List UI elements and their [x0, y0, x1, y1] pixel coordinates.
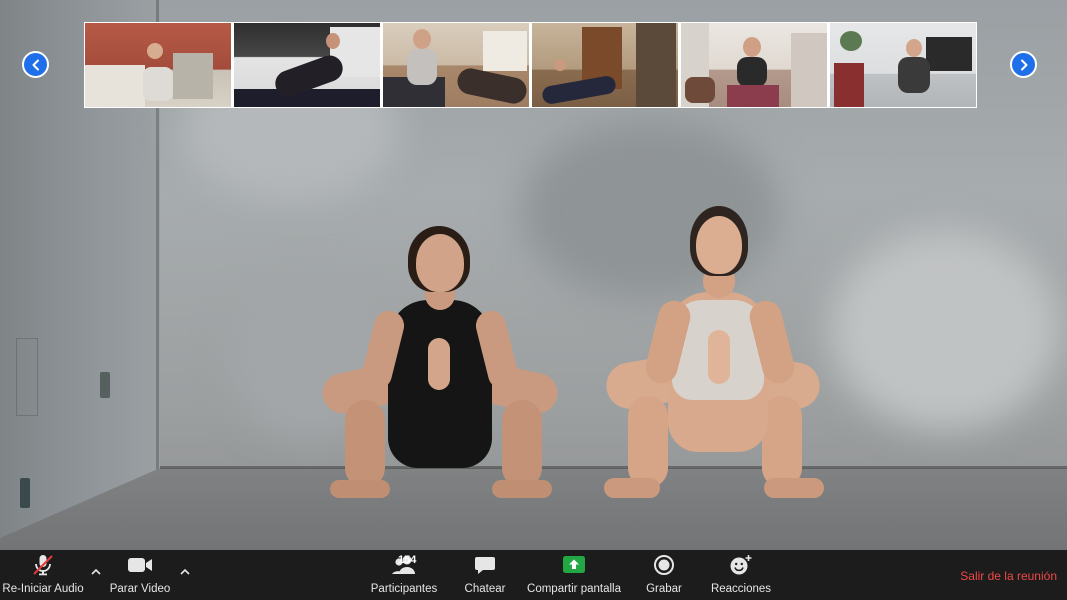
record-icon — [654, 555, 674, 575]
prev-page-button[interactable] — [22, 51, 49, 78]
reactions-button[interactable]: Reacciones — [708, 550, 774, 600]
share-screen-button-label: Compartir pantalla — [527, 583, 621, 595]
microphone-muted-icon — [33, 555, 53, 576]
participant-thumbnail[interactable] — [681, 23, 827, 107]
chevron-up-icon — [180, 568, 190, 575]
share-screen-button[interactable]: Compartir pantalla — [526, 550, 622, 600]
participant-thumbnail[interactable] — [532, 23, 678, 107]
record-button[interactable]: Grabar — [642, 550, 686, 600]
chevron-left-icon — [32, 59, 39, 70]
chevron-up-icon — [91, 568, 101, 575]
chevron-right-icon — [1020, 59, 1027, 70]
participant-thumbnail[interactable] — [85, 23, 231, 107]
participants-count: 154 — [398, 554, 417, 566]
participants-button-label: Participantes — [370, 583, 438, 595]
audio-button-label: Re-Iniciar Audio — [2, 583, 84, 595]
audio-button[interactable]: Re-Iniciar Audio — [0, 550, 86, 600]
smiley-plus-icon — [730, 555, 752, 575]
participant-thumbnail[interactable] — [234, 23, 380, 107]
meeting-toolbar: Re-Iniciar Audio Parar Video 154 Partici… — [0, 550, 1067, 600]
video-options-caret[interactable] — [178, 564, 192, 578]
chat-bubble-icon — [475, 557, 495, 574]
record-button-label: Grabar — [646, 583, 682, 595]
participant-thumbnail-strip — [84, 22, 977, 108]
video-camera-icon — [128, 558, 152, 572]
video-button[interactable]: Parar Video — [104, 550, 176, 600]
next-page-button[interactable] — [1010, 51, 1037, 78]
chat-button[interactable]: Chatear — [460, 550, 510, 600]
reactions-button-label: Reacciones — [710, 583, 772, 595]
leave-meeting-button[interactable]: Salir de la reunión — [960, 569, 1057, 583]
chat-button-label: Chatear — [464, 583, 506, 595]
participant-thumbnail[interactable] — [830, 23, 976, 107]
wall-outlet — [20, 478, 30, 508]
participant-thumbnail[interactable] — [383, 23, 529, 107]
participants-button[interactable]: 154 Participantes — [368, 550, 440, 600]
video-button-label: Parar Video — [109, 583, 171, 595]
audio-options-caret[interactable] — [89, 564, 103, 578]
share-screen-icon — [563, 556, 585, 573]
